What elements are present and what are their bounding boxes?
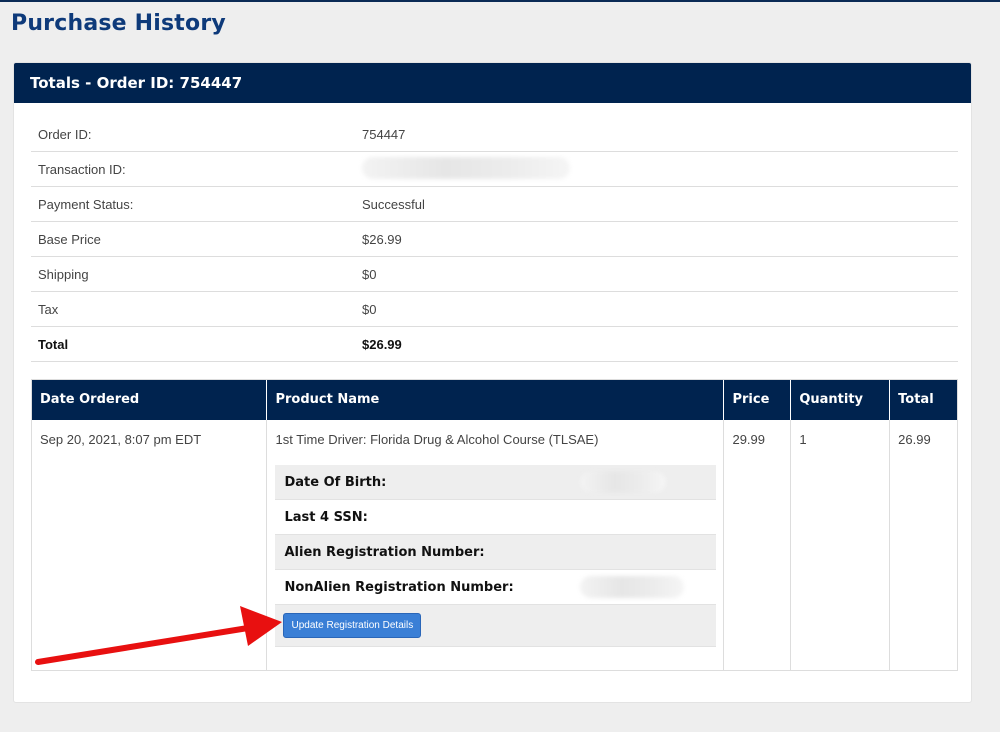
summary-value: $0 <box>362 301 377 317</box>
column-header: Total <box>898 392 934 407</box>
price-cell: 29.99 <box>724 420 792 670</box>
nonalien-label: NonAlien Registration Number: <box>284 579 514 595</box>
order-items-table: Date Ordered Product Name Price Quantity… <box>31 379 958 671</box>
summary-value: $26.99 <box>362 231 402 247</box>
summary-label: Total <box>38 336 69 352</box>
total-cell: 26.99 <box>898 432 931 447</box>
redacted-blur <box>580 576 685 598</box>
card-header: Totals - Order ID: 754447 <box>14 63 971 103</box>
alien-label: Alien Registration Number: <box>284 544 485 560</box>
date-ordered-cell: Sep 20, 2021, 8:07 pm EDT <box>32 420 268 670</box>
table-row: Sep 20, 2021, 8:07 pm EDT 1st Time Drive… <box>32 420 957 670</box>
summary-row-shipping: Shipping $0 <box>31 257 958 292</box>
summary-row-base-price: Base Price $26.99 <box>31 222 958 257</box>
ssn-row: Last 4 SSN: <box>275 500 717 535</box>
summary-row-transaction-id: Transaction ID: <box>31 152 958 187</box>
totals-card: Totals - Order ID: 754447 Order ID: 7544… <box>13 62 972 703</box>
product-name: 1st Time Driver: Florida Drug & Alcohol … <box>275 432 599 447</box>
summary-value: Successful <box>362 196 425 212</box>
nonalien-row: NonAlien Registration Number: <box>275 570 717 605</box>
redacted-blur <box>362 156 570 179</box>
redacted-blur <box>580 471 667 493</box>
alien-row: Alien Registration Number: <box>275 535 717 570</box>
registration-details: Date Of Birth: Last 4 SSN: Alien Registr… <box>275 465 717 647</box>
page-title: Purchase History <box>11 11 226 36</box>
summary-value: $26.99 <box>362 336 402 352</box>
summary-row-total: Total $26.99 <box>31 327 958 362</box>
update-button-row: Update Registration Details <box>275 605 717 647</box>
column-header: Date Ordered <box>32 380 268 420</box>
dob-row: Date Of Birth: <box>275 465 717 500</box>
summary-value: $0 <box>362 266 377 282</box>
summary-label: Base Price <box>38 231 101 247</box>
column-header: Price <box>724 380 792 420</box>
column-header: Quantity <box>791 380 891 420</box>
summary-label: Payment Status: <box>38 196 134 212</box>
ssn-label: Last 4 SSN: <box>284 509 368 525</box>
quantity-cell: 1 <box>791 420 891 670</box>
transaction-id-value <box>362 156 570 182</box>
summary-row-payment-status: Payment Status: Successful <box>31 187 958 222</box>
summary-value: 754447 <box>362 126 406 142</box>
summary-row-tax: Tax $0 <box>31 292 958 327</box>
summary-label: Shipping <box>38 266 89 282</box>
order-summary: Order ID: 754447 Transaction ID: Payment… <box>31 117 958 362</box>
table-header: Date Ordered Product Name Price Quantity… <box>32 380 957 420</box>
product-cell: 1st Time Driver: Florida Drug & Alcohol … <box>267 420 725 670</box>
top-rule <box>0 0 1000 2</box>
summary-label: Tax <box>38 301 59 317</box>
column-header: Product Name <box>267 380 725 420</box>
dob-label: Date Of Birth: <box>284 474 387 490</box>
summary-row-order-id: Order ID: 754447 <box>31 117 958 152</box>
summary-label: Transaction ID: <box>38 161 126 177</box>
update-registration-button[interactable]: Update Registration Details <box>283 613 422 638</box>
summary-label: Order ID: <box>38 126 92 142</box>
